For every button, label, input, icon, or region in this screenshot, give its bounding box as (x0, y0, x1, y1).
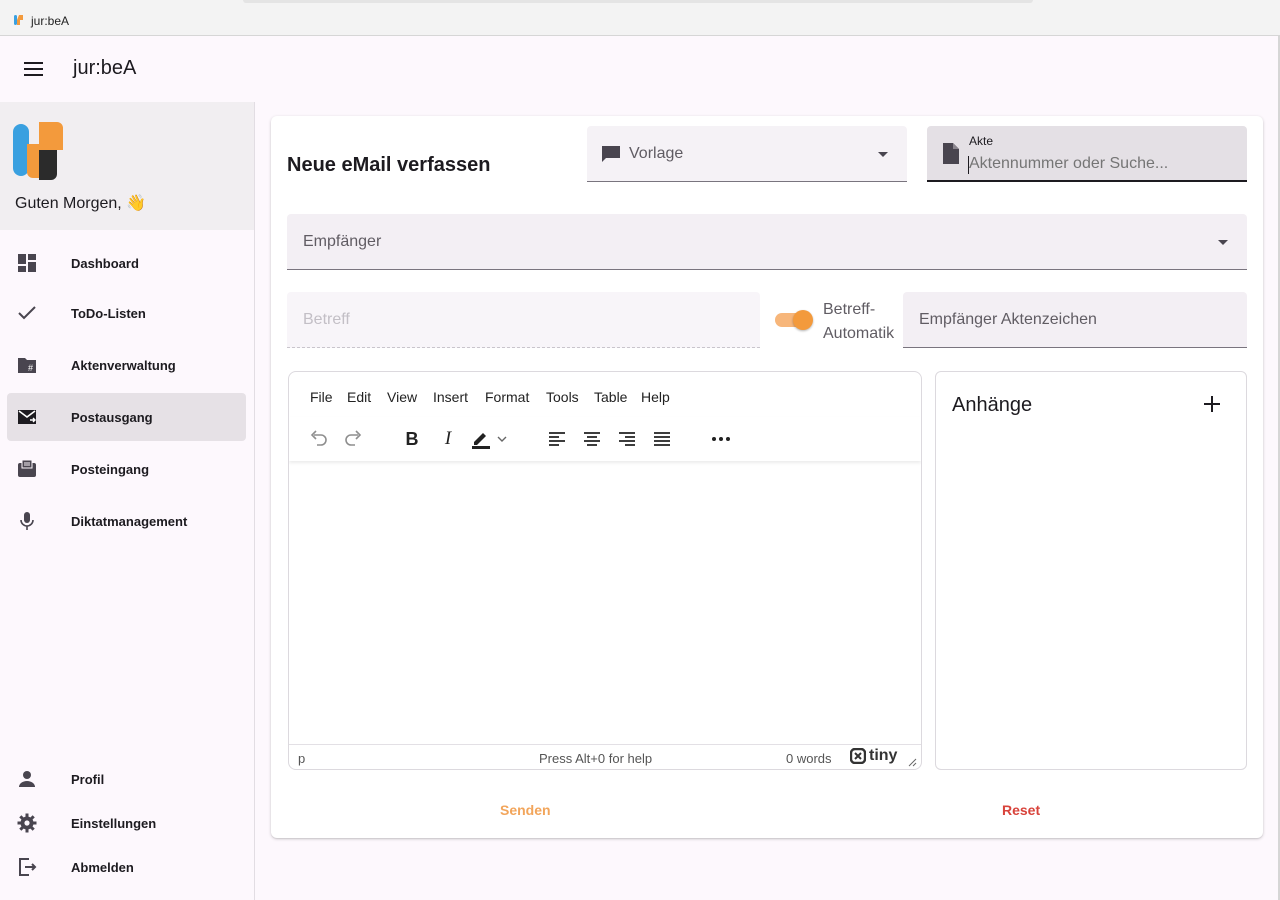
nav-label: Aktenverwaltung (71, 357, 176, 373)
vorlage-select[interactable]: Vorlage (587, 126, 907, 182)
empfaenger-aktenzeichen-field[interactable]: Empfänger Aktenzeichen (903, 292, 1247, 348)
betreff-placeholder: Betreff (303, 311, 350, 328)
nav-label: ToDo-Listen (71, 305, 146, 321)
menu-table[interactable]: Table (594, 389, 627, 405)
logout-icon (19, 858, 37, 876)
tiny-logo-icon (850, 748, 866, 764)
gear-icon (17, 813, 37, 833)
compose-card: Neue eMail verfassen Vorlage Akte Empfän… (271, 116, 1263, 838)
outbox-icon (18, 410, 36, 424)
page-title: Neue eMail verfassen (287, 154, 491, 176)
align-left-icon[interactable] (543, 425, 571, 453)
reset-button[interactable]: Reset (990, 792, 1052, 828)
nav-item-todo[interactable]: ToDo-Listen (7, 289, 246, 337)
profile-box: Guten Morgen, 👋 (0, 102, 254, 230)
text-caret (968, 156, 969, 174)
rich-text-editor: File Edit View Insert Format Tools Table… (288, 371, 922, 770)
more-options-icon[interactable] (707, 425, 735, 453)
menu-format[interactable]: Format (485, 389, 529, 405)
menu-tools[interactable]: Tools (546, 389, 579, 405)
greeting-text: Guten Morgen, 👋 (15, 195, 147, 212)
nav-label: Einstellungen (71, 815, 157, 831)
add-attachment-icon[interactable] (1200, 392, 1224, 416)
inbox-icon (18, 459, 36, 477)
menu-edit[interactable]: Edit (347, 389, 371, 405)
nav-item-diktatmanagement[interactable]: Diktatmanagement (7, 497, 246, 545)
chevron-down-icon[interactable] (878, 152, 888, 157)
align-right-icon[interactable] (613, 425, 641, 453)
window-title: jur:beA (31, 14, 70, 28)
app-logo-icon (14, 15, 23, 25)
nav-label: Profil (71, 771, 105, 787)
nav-item-abmelden[interactable]: Abmelden (7, 843, 246, 891)
menu-file[interactable]: File (310, 389, 333, 405)
document-icon (943, 143, 959, 164)
check-icon (18, 306, 36, 320)
menu-help[interactable]: Help (641, 389, 670, 405)
empfaenger-select[interactable]: Empfänger (287, 214, 1247, 270)
send-button[interactable]: Senden (488, 792, 563, 828)
akte-search-input[interactable] (969, 155, 1229, 173)
nav-item-posteingang[interactable]: Posteingang (7, 445, 246, 493)
editor-toolbar: B I (289, 417, 921, 461)
resize-handle-icon[interactable] (908, 758, 917, 767)
redo-icon[interactable] (340, 425, 368, 453)
nav-item-postausgang[interactable]: Postausgang (7, 393, 246, 441)
betreff-automatik-label: Betreff-Automatik (823, 301, 895, 342)
undo-icon[interactable] (304, 425, 332, 453)
nav-label: Postausgang (71, 409, 153, 425)
chevron-down-icon[interactable] (494, 425, 510, 453)
window-titlebar: jur:beA (0, 0, 1280, 36)
hamburger-menu-icon[interactable] (18, 54, 48, 84)
editor-menubar: File Edit View Insert Format Tools Table… (289, 372, 921, 412)
app-bar: jur:beA (0, 36, 1280, 102)
microphone-icon (20, 512, 34, 530)
betreff-field[interactable]: Betreff (287, 292, 760, 348)
comment-icon (602, 146, 620, 162)
vorlage-placeholder: Vorlage (629, 145, 684, 162)
chevron-down-icon[interactable] (1218, 240, 1228, 245)
menu-view[interactable]: View (387, 389, 417, 405)
tiny-brand-text: tiny (869, 747, 898, 764)
italic-icon[interactable]: I (434, 425, 462, 453)
nav-label: Posteingang (71, 461, 150, 477)
akte-field[interactable]: Akte (927, 126, 1247, 182)
dashboard-icon (18, 254, 36, 272)
person-icon (19, 771, 35, 787)
folder-hash-icon: # (18, 358, 36, 373)
menu-insert[interactable]: Insert (433, 389, 468, 405)
align-justify-icon[interactable] (648, 425, 676, 453)
nav-label: Abmelden (71, 859, 134, 875)
nav-label: Dashboard (71, 255, 139, 271)
svg-text:#: # (28, 363, 33, 373)
nav-item-dashboard[interactable]: Dashboard (7, 239, 246, 287)
element-path[interactable]: p (298, 751, 305, 766)
titlebar-drag-region[interactable] (243, 0, 1033, 3)
aktenzeichen-placeholder: Empfänger Aktenzeichen (919, 311, 1097, 328)
toggle-thumb (793, 310, 813, 330)
akte-label: Akte (969, 134, 994, 148)
help-hint: Press Alt+0 for help (539, 751, 653, 766)
nav-item-einstellungen[interactable]: Einstellungen (7, 799, 246, 847)
nav-item-profil[interactable]: Profil (7, 755, 246, 803)
sidebar: Guten Morgen, 👋 Dashboard ToDo-Listen # … (0, 102, 255, 900)
app-title: jur:beA (73, 57, 137, 79)
word-count[interactable]: 0 words (786, 751, 832, 766)
editor-content-area[interactable] (289, 462, 921, 744)
attachments-panel: Anhänge (935, 371, 1247, 770)
align-center-icon[interactable] (578, 425, 606, 453)
editor-statusbar: p Press Alt+0 for help 0 words tiny (289, 744, 921, 769)
nav-item-aktenverwaltung[interactable]: # Aktenverwaltung (7, 341, 246, 389)
brand-logo (13, 122, 63, 180)
attachments-title: Anhänge (952, 394, 1033, 416)
empfaenger-placeholder: Empfänger (303, 233, 382, 250)
highlight-color-icon[interactable] (468, 425, 494, 453)
nav-label: Diktatmanagement (71, 513, 188, 529)
betreff-automatik-toggle[interactable] (775, 310, 813, 330)
tiny-brand-link[interactable]: tiny (850, 747, 897, 765)
bold-icon[interactable]: B (398, 425, 426, 453)
